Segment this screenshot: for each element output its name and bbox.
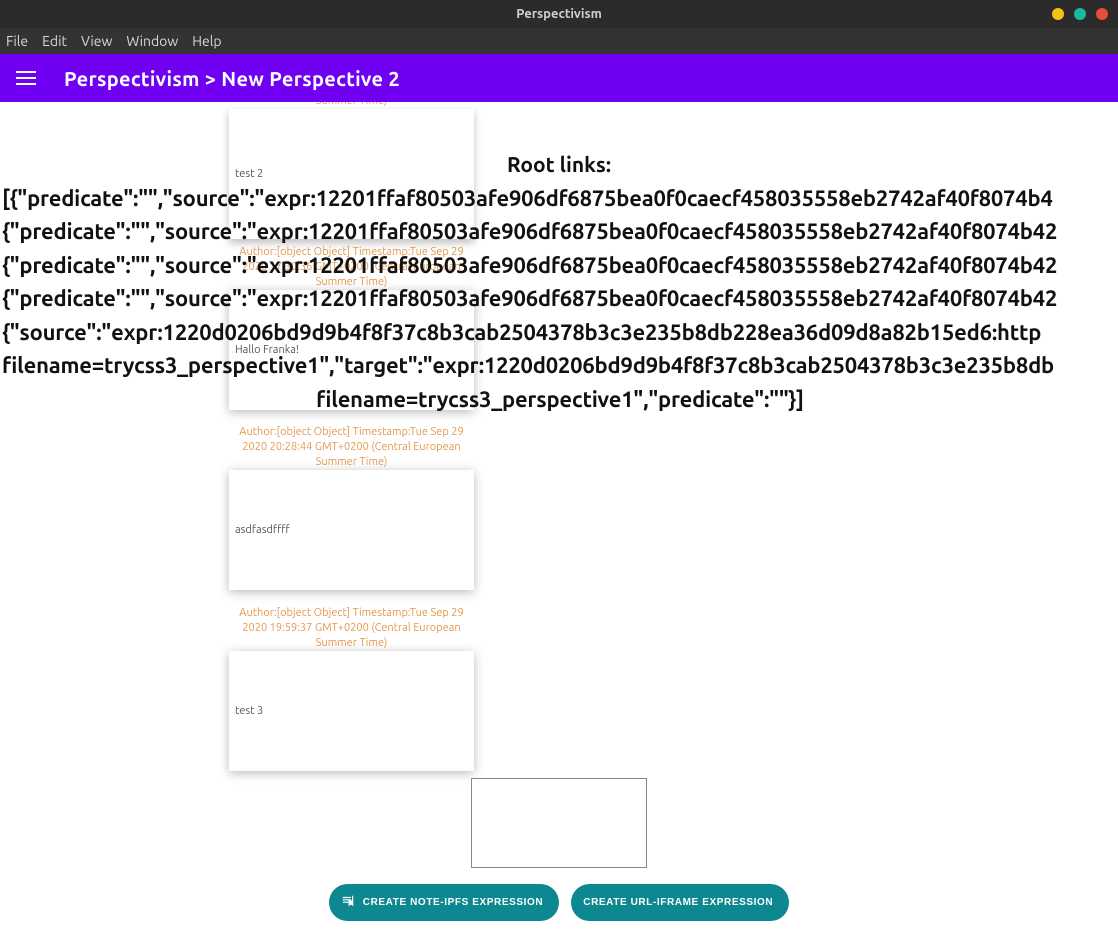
dump-line: {"source":"expr:1220d0206bd9d9b4f8f37c8b… <box>2 316 1118 349</box>
menubar: File Edit View Window Help <box>0 28 1118 54</box>
menu-edit[interactable]: Edit <box>42 33 67 49</box>
root-links-dump: [{"predicate":"","source":"expr:12201ffa… <box>2 182 1118 416</box>
dump-line: filename=trycss3_perspective1","target":… <box>2 349 1118 382</box>
dump-line: {"predicate":"","source":"expr:12201ffaf… <box>2 215 1118 248</box>
breadcrumb: Perspectivism > New Perspective 2 <box>64 67 400 90</box>
hamburger-icon[interactable] <box>16 71 36 85</box>
note-card[interactable]: Author:[object Object] Timestamp:Tue Sep… <box>229 425 474 590</box>
minimize-button[interactable] <box>1052 8 1064 20</box>
dump-line: [{"predicate":"","source":"expr:12201ffa… <box>2 182 1118 215</box>
window-titlebar: Perspectivism <box>0 0 1118 28</box>
menu-file[interactable]: File <box>6 33 28 49</box>
dump-line-centered: filename=trycss3_perspective1","predicat… <box>2 383 1118 416</box>
menu-help[interactable]: Help <box>192 33 221 49</box>
note-icon <box>341 894 355 911</box>
note-meta: Author:[object Object] Timestamp:Tue Sep… <box>229 606 474 651</box>
note-body: test 3 <box>235 705 263 717</box>
create-url-iframe-button[interactable]: CREATE URL-IFRAME EXPRESSION <box>571 884 789 921</box>
menu-window[interactable]: Window <box>126 33 178 49</box>
content-area: Author:[object Object] Timestamp:Sun Sep… <box>0 102 1118 931</box>
menu-view[interactable]: View <box>81 33 112 49</box>
close-button[interactable] <box>1096 8 1108 20</box>
button-label: CREATE URL-IFRAME EXPRESSION <box>583 897 773 908</box>
note-meta: Author:[object Object] Timestamp:Sun Sep… <box>229 102 474 109</box>
note-body: asdfasdffff <box>235 524 290 536</box>
note-body-box: test 3 <box>229 651 474 771</box>
note-body-box: asdfasdffff <box>229 470 474 590</box>
expression-input[interactable] <box>471 778 647 868</box>
maximize-button[interactable] <box>1074 8 1086 20</box>
button-row: CREATE NOTE-IPFS EXPRESSION CREATE URL-I… <box>329 884 789 921</box>
bottom-controls: CREATE NOTE-IPFS EXPRESSION CREATE URL-I… <box>0 778 1118 921</box>
app-bar: Perspectivism > New Perspective 2 <box>0 54 1118 102</box>
dump-line: {"predicate":"","source":"expr:12201ffaf… <box>2 282 1118 315</box>
dump-line: {"predicate":"","source":"expr:12201ffaf… <box>2 249 1118 282</box>
button-label: CREATE NOTE-IPFS EXPRESSION <box>363 897 543 908</box>
window-controls <box>1052 8 1108 20</box>
root-links-heading: Root links: <box>0 152 1118 176</box>
note-meta: Author:[object Object] Timestamp:Tue Sep… <box>229 425 474 470</box>
window-title: Perspectivism <box>516 7 602 21</box>
create-note-ipfs-button[interactable]: CREATE NOTE-IPFS EXPRESSION <box>329 884 559 921</box>
note-card[interactable]: Author:[object Object] Timestamp:Tue Sep… <box>229 606 474 771</box>
